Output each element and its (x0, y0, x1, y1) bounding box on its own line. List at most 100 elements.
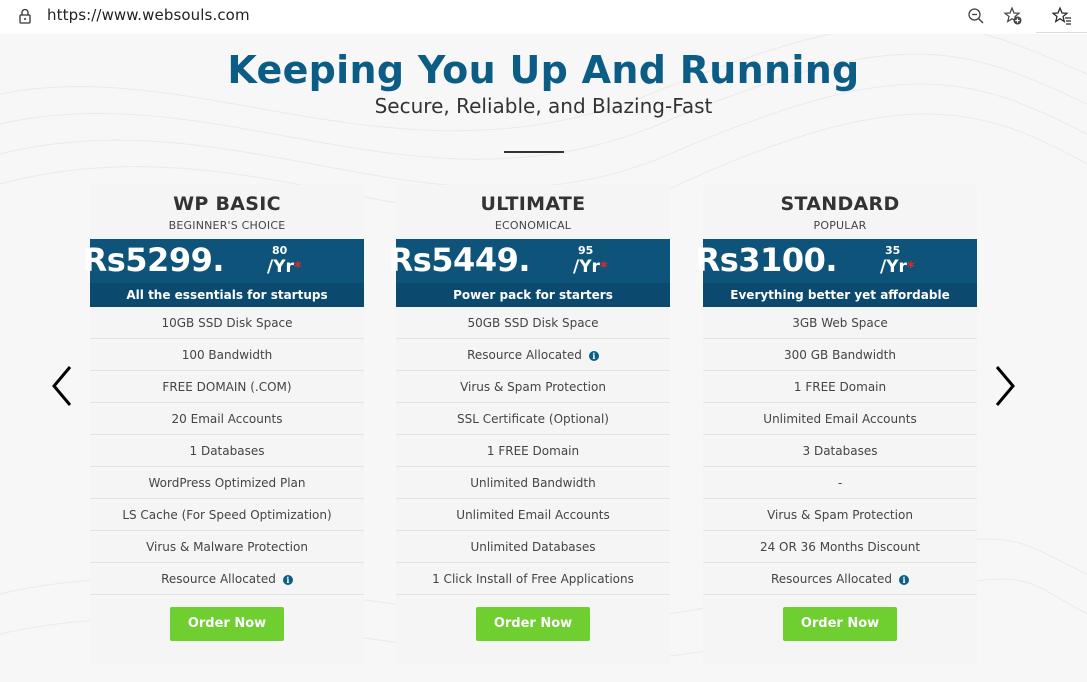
plan-tagline: All the essentials for startups (90, 283, 364, 307)
feature-item: Unlimited Databases (396, 531, 670, 563)
feature-text: - (837, 476, 843, 490)
feature-list: 3GB Web Space 300 GB Bandwidth 1 FREE Do… (703, 307, 977, 595)
feature-text: 3GB Web Space (792, 316, 888, 330)
feature-text: 300 GB Bandwidth (784, 348, 896, 362)
asterisk: * (293, 258, 302, 276)
plan-tagline: Everything better yet affordable (703, 283, 977, 307)
feature-item: WordPress Optimized Plan (90, 467, 364, 499)
asterisk: * (599, 258, 608, 276)
info-icon[interactable]: i (588, 351, 599, 361)
order-now-button[interactable]: Order Now (476, 607, 590, 641)
feature-text: Unlimited Databases (470, 540, 596, 554)
feature-item: Unlimited Email Accounts (396, 499, 670, 531)
lock-icon[interactable] (18, 8, 32, 24)
info-icon[interactable]: i (898, 575, 909, 585)
feature-text: Virus & Spam Protection (767, 508, 913, 522)
feature-text: 50GB SSD Disk Space (467, 316, 599, 330)
feature-item: 24 OR 36 Months Discount (703, 531, 977, 563)
feature-text: 1 Click Install of Free Applications (432, 572, 634, 586)
feature-text: 24 OR 36 Months Discount (759, 540, 921, 554)
feature-text: 1 Databases (189, 444, 265, 458)
page-title: Keeping You Up And Running (227, 48, 860, 92)
feature-text: 1 FREE Domain (486, 444, 580, 458)
url-text[interactable]: https://www.websouls.com (47, 6, 250, 24)
plan-tag: ECONOMICAL (494, 219, 572, 232)
feature-text: Resources Allocated (771, 572, 892, 586)
page-subtitle: Secure, Reliable, and Blazing-Fast (374, 94, 713, 118)
chevron-left-icon[interactable] (50, 364, 74, 408)
feature-item: Unlimited Bandwidth (396, 467, 670, 499)
star-add-icon[interactable] (1003, 6, 1023, 26)
feature-text: FREE DOMAIN (.COM) (162, 380, 292, 394)
feature-list: 50GB SSD Disk Space Resource Allocated i … (396, 307, 670, 595)
favorites-list-icon[interactable] (1052, 6, 1072, 26)
feature-text: Unlimited Bandwidth (470, 476, 596, 490)
order-now-button[interactable]: Order Now (170, 607, 284, 641)
feature-text: LS Cache (For Speed Optimization) (122, 508, 332, 522)
browser-toolbar: https://www.websouls.com (0, 0, 1087, 33)
feature-item: LS Cache (For Speed Optimization) (90, 499, 364, 531)
order-now-button[interactable]: Order Now (783, 607, 897, 641)
feature-text: 100 Bandwidth (181, 348, 273, 362)
plan-name: WP BASIC (173, 193, 281, 215)
chevron-right-icon[interactable] (993, 364, 1017, 408)
feature-item: Resource Allocated i (90, 563, 364, 595)
feature-text: 3 Databases (802, 444, 878, 458)
feature-item: Virus & Spam Protection (396, 371, 670, 403)
plan-tag: POPULAR (813, 219, 867, 232)
feature-text: Unlimited Email Accounts (763, 412, 917, 426)
period-text: /Yr (880, 257, 907, 277)
price-period: /Yr* (573, 257, 608, 277)
price-box: Rs5449. 95 /Yr* (389, 239, 670, 283)
feature-text: 20 Email Accounts (171, 412, 283, 426)
feature-text: 1 FREE Domain (793, 380, 887, 394)
feature-item: 1 Databases (90, 435, 364, 467)
price-cents: 35 (885, 244, 901, 257)
feature-item: Resource Allocated i (396, 339, 670, 371)
info-icon[interactable]: i (282, 575, 293, 585)
feature-item: 1 Click Install of Free Applications (396, 563, 670, 595)
feature-item: Resources Allocated i (703, 563, 977, 595)
feature-item: Virus & Spam Protection (703, 499, 977, 531)
feature-item: Virus & Malware Protection (90, 531, 364, 563)
feature-item: 20 Email Accounts (90, 403, 364, 435)
plan-tag: BEGINNER'S CHOICE (168, 219, 286, 232)
feature-item: FREE DOMAIN (.COM) (90, 371, 364, 403)
price-cents: 80 (272, 244, 288, 257)
price-amount: Rs5449. (388, 241, 531, 279)
zoom-out-icon[interactable] (967, 7, 985, 25)
plan-card-ultimate: ULTIMATE ECONOMICAL Rs5449. 95 /Yr* Powe… (389, 185, 670, 665)
feature-text: 10GB SSD Disk Space (161, 316, 293, 330)
feature-item: 1 FREE Domain (703, 371, 977, 403)
plan-name: STANDARD (780, 193, 900, 215)
plan-tagline: Power pack for starters (396, 283, 670, 307)
feature-item: 100 Bandwidth (90, 339, 364, 371)
feature-item: 3 Databases (703, 435, 977, 467)
feature-item: 300 GB Bandwidth (703, 339, 977, 371)
price-box: Rs3100. 35 /Yr* (696, 239, 977, 283)
feature-item: SSL Certificate (Optional) (396, 403, 670, 435)
price-period: /Yr* (880, 257, 915, 277)
feature-text: Unlimited Email Accounts (456, 508, 610, 522)
plan-card-wp-basic: WP BASIC BEGINNER'S CHOICE Rs5299. 80 /Y… (83, 185, 364, 665)
feature-item: - (703, 467, 977, 499)
feature-text: Resource Allocated (467, 348, 582, 362)
feature-item: Unlimited Email Accounts (703, 403, 977, 435)
page-content: Keeping You Up And Running Secure, Relia… (0, 34, 1087, 682)
asterisk: * (906, 258, 915, 276)
feature-text: WordPress Optimized Plan (148, 476, 306, 490)
price-box: Rs5299. 80 /Yr* (83, 239, 364, 283)
feature-text: Resource Allocated (161, 572, 276, 586)
period-text: /Yr (573, 257, 600, 277)
feature-item: 50GB SSD Disk Space (396, 307, 670, 339)
plan-name: ULTIMATE (480, 193, 586, 215)
price-amount: Rs5299. (82, 241, 225, 279)
title-divider (504, 151, 564, 153)
feature-list: 10GB SSD Disk Space 100 Bandwidth FREE D… (90, 307, 364, 595)
feature-item: 3GB Web Space (703, 307, 977, 339)
price-period: /Yr* (267, 257, 302, 277)
plan-card-standard: STANDARD POPULAR Rs3100. 35 /Yr* Everyth… (696, 185, 977, 665)
feature-text: SSL Certificate (Optional) (457, 412, 609, 426)
address-bar[interactable]: https://www.websouls.com (0, 0, 1036, 33)
price-cents: 95 (578, 244, 594, 257)
